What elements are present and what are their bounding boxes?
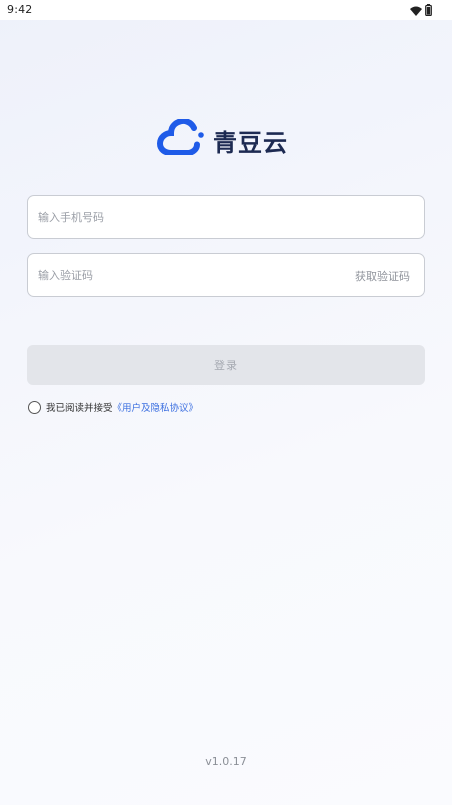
agreement-row: 我已阅读并接受 《用户及隐私协议》 — [28, 400, 198, 414]
login-button[interactable]: 登录 — [27, 345, 425, 385]
phone-input[interactable] — [38, 196, 338, 238]
phone-field[interactable] — [27, 195, 425, 239]
brand-logo: 青豆云 — [156, 117, 288, 159]
status-icons — [410, 3, 432, 17]
status-time: 9:42 — [7, 3, 33, 16]
version-label: v1.0.17 — [205, 755, 247, 768]
battery-icon — [425, 1, 432, 20]
cloud-icon — [156, 117, 204, 159]
agreement-text: 我已阅读并接受 — [46, 403, 113, 414]
agreement-checkbox[interactable] — [28, 400, 41, 414]
get-code-button[interactable]: 获取验证码 — [355, 268, 410, 284]
status-bar: 9:42 — [0, 0, 452, 20]
agreement-link[interactable]: 《用户及隐私协议》 — [113, 400, 199, 414]
code-input[interactable] — [38, 254, 338, 296]
brand-name: 青豆云 — [213, 128, 288, 157]
code-field[interactable]: 获取验证码 — [27, 253, 425, 297]
wifi-icon — [410, 1, 422, 20]
